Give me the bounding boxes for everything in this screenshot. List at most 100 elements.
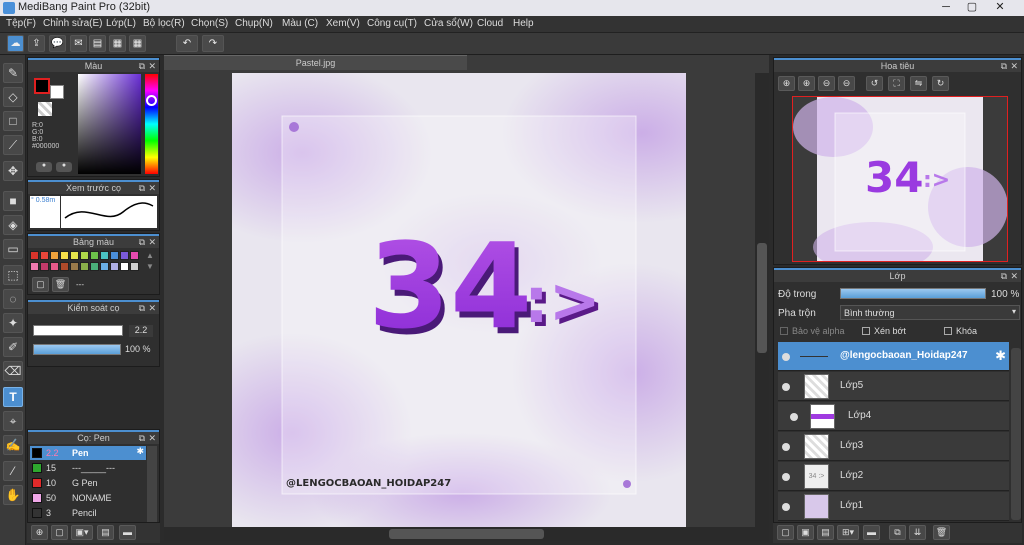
background-color-swatch[interactable] bbox=[50, 85, 64, 99]
document-icon[interactable]: ▤ bbox=[89, 35, 106, 52]
text-tool[interactable]: T bbox=[3, 387, 23, 407]
palette-swatch[interactable] bbox=[40, 262, 49, 271]
layer-row[interactable]: Lớp1 bbox=[778, 492, 1009, 521]
menu-cloud[interactable]: Cloud bbox=[477, 18, 503, 29]
rectangle-tool[interactable]: □ bbox=[3, 111, 23, 131]
fit-icon[interactable]: ⛶ bbox=[888, 76, 905, 91]
menu-layer[interactable]: Lớp(L) bbox=[106, 18, 136, 29]
visibility-icon[interactable] bbox=[790, 413, 798, 421]
blend-mode-select[interactable]: Bình thường ▾ bbox=[840, 305, 1020, 320]
menu-select[interactable]: Chọn(S) bbox=[191, 18, 228, 29]
menu-help[interactable]: Help bbox=[513, 18, 534, 29]
close-button[interactable]: ✕ bbox=[989, 0, 1011, 15]
delete-palette-icon[interactable]: 🗑 bbox=[52, 277, 69, 292]
close-icon[interactable]: ✕ bbox=[148, 302, 156, 314]
palette-swatch[interactable] bbox=[40, 251, 49, 260]
palette-swatch[interactable] bbox=[80, 262, 89, 271]
menu-filter[interactable]: Bộ lọc(R) bbox=[143, 18, 185, 29]
canvas-vertical-scrollbar[interactable] bbox=[755, 73, 769, 527]
layer-row[interactable]: Lớp5 bbox=[778, 372, 1009, 401]
canvas[interactable]: 34 34 :> :> @LENGOCBAOAN_HOIDAP247 bbox=[232, 73, 686, 527]
palette-swatch[interactable] bbox=[30, 262, 39, 271]
transparent-color-swatch[interactable] bbox=[38, 102, 52, 116]
folder-icon[interactable]: ▬ bbox=[119, 525, 136, 540]
brush-item[interactable]: 50 NONAME bbox=[30, 491, 146, 505]
close-icon[interactable]: ✕ bbox=[148, 182, 156, 194]
color-mode-button[interactable]: ● bbox=[36, 162, 52, 172]
comment-icon[interactable]: ✉ bbox=[70, 35, 87, 52]
horizontal-scroll-thumb[interactable] bbox=[389, 529, 544, 539]
rotate-reset-icon[interactable]: ↻ bbox=[932, 76, 949, 91]
menu-color[interactable]: Màu (C) bbox=[282, 18, 318, 29]
delete-layer-icon[interactable]: 🗑 bbox=[933, 525, 950, 540]
palette-swatch[interactable] bbox=[120, 262, 129, 271]
cloud-icon[interactable]: ☁ bbox=[7, 35, 24, 52]
visibility-icon[interactable] bbox=[782, 383, 790, 391]
menu-view[interactable]: Xem(V) bbox=[326, 18, 360, 29]
new-brush-icon[interactable]: ▢ bbox=[51, 525, 68, 540]
folder-icon[interactable]: ▬ bbox=[863, 525, 880, 540]
undock-icon[interactable]: ⧉ bbox=[1001, 60, 1007, 72]
palette-swatch[interactable] bbox=[100, 262, 109, 271]
grid-icon[interactable]: ▦ bbox=[129, 35, 146, 52]
palette-swatch[interactable] bbox=[50, 251, 59, 260]
brush-item[interactable]: 2.2 Pen ✱ bbox=[30, 446, 146, 460]
navigator-preview[interactable]: 34 :> bbox=[792, 96, 1008, 262]
lasso-tool[interactable]: ◌ bbox=[3, 289, 23, 309]
close-icon[interactable]: ✕ bbox=[148, 236, 156, 248]
scroll-up-icon[interactable]: ▲ bbox=[146, 251, 154, 260]
undock-icon[interactable]: ⧉ bbox=[139, 182, 145, 194]
add-palette-icon[interactable]: ▢ bbox=[32, 277, 49, 292]
layer-grid-icon[interactable]: ▦ bbox=[109, 35, 126, 52]
palette-swatch[interactable] bbox=[80, 251, 89, 260]
vertical-scroll-thumb[interactable] bbox=[757, 243, 767, 353]
lock-checkbox[interactable] bbox=[944, 327, 952, 335]
canvas-horizontal-scrollbar[interactable] bbox=[164, 527, 769, 541]
brush-item[interactable]: 3 Pencil bbox=[30, 506, 146, 520]
maximize-button[interactable]: ▢ bbox=[961, 0, 983, 15]
protect-alpha-checkbox[interactable] bbox=[780, 327, 788, 335]
layer-list-scrollbar[interactable] bbox=[1011, 348, 1021, 520]
redo-icon[interactable]: ↷ bbox=[202, 35, 224, 52]
clipping-checkbox[interactable] bbox=[862, 327, 870, 335]
visibility-icon[interactable] bbox=[782, 503, 790, 511]
menu-capture[interactable]: Chụp(N) bbox=[235, 18, 273, 29]
visibility-icon[interactable] bbox=[782, 353, 790, 361]
select-eraser-tool[interactable]: ⌫ bbox=[3, 361, 23, 381]
new-layer-icon[interactable]: ▢ bbox=[777, 525, 794, 540]
flip-icon[interactable]: ⇋ bbox=[910, 76, 927, 91]
brush-size-slider[interactable] bbox=[33, 325, 123, 336]
palette-swatch[interactable] bbox=[110, 262, 119, 271]
select-pen-tool[interactable]: ✐ bbox=[3, 337, 23, 357]
zoom-in-icon[interactable]: ⊕ bbox=[778, 76, 795, 91]
foreground-color-swatch[interactable] bbox=[34, 78, 50, 94]
palette-swatch[interactable] bbox=[120, 251, 129, 260]
color-swap-button[interactable]: ● bbox=[56, 162, 72, 172]
layer-row[interactable]: 34 :> Lớp2 bbox=[778, 462, 1009, 491]
close-icon[interactable]: ✕ bbox=[148, 432, 156, 444]
magic-wand-tool[interactable]: ✦ bbox=[3, 313, 23, 333]
layer-opacity-slider[interactable] bbox=[840, 288, 986, 299]
undock-icon[interactable]: ⧉ bbox=[1001, 270, 1007, 282]
undock-icon[interactable]: ⧉ bbox=[139, 302, 145, 314]
shape-fill-tool[interactable]: ■ bbox=[3, 191, 23, 211]
close-icon[interactable]: ✕ bbox=[1010, 270, 1018, 282]
menu-window[interactable]: Cửa sổ(W) bbox=[424, 18, 473, 29]
zoom-out-icon[interactable]: ⊖ bbox=[818, 76, 835, 91]
visibility-icon[interactable] bbox=[782, 473, 790, 481]
chat-icon[interactable]: 💬 bbox=[49, 35, 66, 52]
saturation-value-picker[interactable] bbox=[78, 74, 141, 174]
layer-row[interactable]: @lengocbaoan_Hoidap247 ✱ bbox=[778, 342, 1009, 371]
undock-icon[interactable]: ⧉ bbox=[139, 236, 145, 248]
brush-opacity-slider[interactable] bbox=[33, 344, 121, 355]
document-tab[interactable]: Pastel.jpg bbox=[164, 55, 467, 70]
add-brush-icon[interactable]: ⊕ bbox=[31, 525, 48, 540]
new-halftone-layer-icon[interactable]: ▤ bbox=[817, 525, 834, 540]
hue-slider[interactable] bbox=[145, 74, 158, 174]
eraser-tool[interactable]: ◇ bbox=[3, 87, 23, 107]
brush-item[interactable]: 15 ---_____--- bbox=[30, 461, 146, 475]
close-icon[interactable]: ✕ bbox=[1010, 60, 1018, 72]
palette-swatch[interactable] bbox=[70, 262, 79, 271]
hand-tool[interactable]: ✋ bbox=[3, 485, 23, 505]
menu-edit[interactable]: Chỉnh sửa(E) bbox=[43, 18, 103, 29]
